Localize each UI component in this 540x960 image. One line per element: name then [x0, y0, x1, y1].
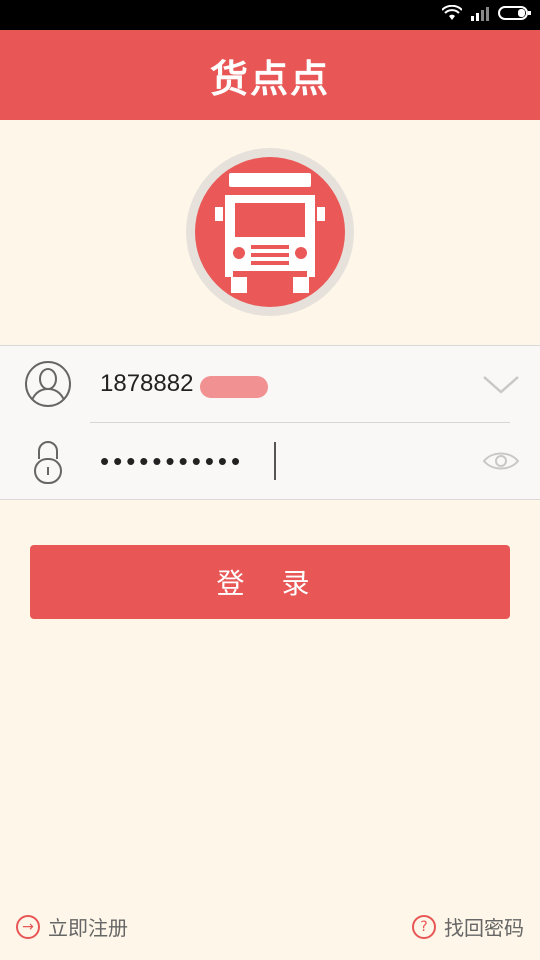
battery-icon: [498, 5, 532, 25]
login-button[interactable]: 登 录: [30, 545, 510, 619]
truck-icon: [195, 157, 345, 307]
arrow-right-circle-icon: →: [16, 914, 40, 939]
forgot-password-link[interactable]: ? 找回密码: [412, 912, 524, 941]
lock-icon: [24, 437, 72, 485]
signal-icon: [470, 5, 490, 25]
app-header: 货点点: [0, 30, 540, 120]
register-label: 立即注册: [48, 916, 128, 940]
eye-icon[interactable]: [482, 445, 520, 477]
status-icons: [441, 4, 532, 25]
register-link[interactable]: → 立即注册: [16, 912, 128, 941]
password-row: [0, 423, 540, 499]
wifi-icon: [441, 4, 463, 25]
forgot-label: 找回密码: [444, 916, 524, 940]
username-row: [0, 346, 540, 422]
redaction-mark: [200, 376, 268, 398]
login-form: [0, 345, 540, 500]
app-logo: [186, 148, 354, 316]
question-circle-icon: ?: [412, 914, 436, 939]
app-title: 货点点: [209, 56, 330, 101]
password-input[interactable]: [100, 423, 420, 499]
user-icon: [24, 360, 72, 408]
text-caret: [274, 442, 276, 480]
status-bar: [0, 0, 540, 30]
footer: → 立即注册 ? 找回密码: [0, 912, 540, 948]
chevron-down-icon[interactable]: [482, 368, 520, 400]
